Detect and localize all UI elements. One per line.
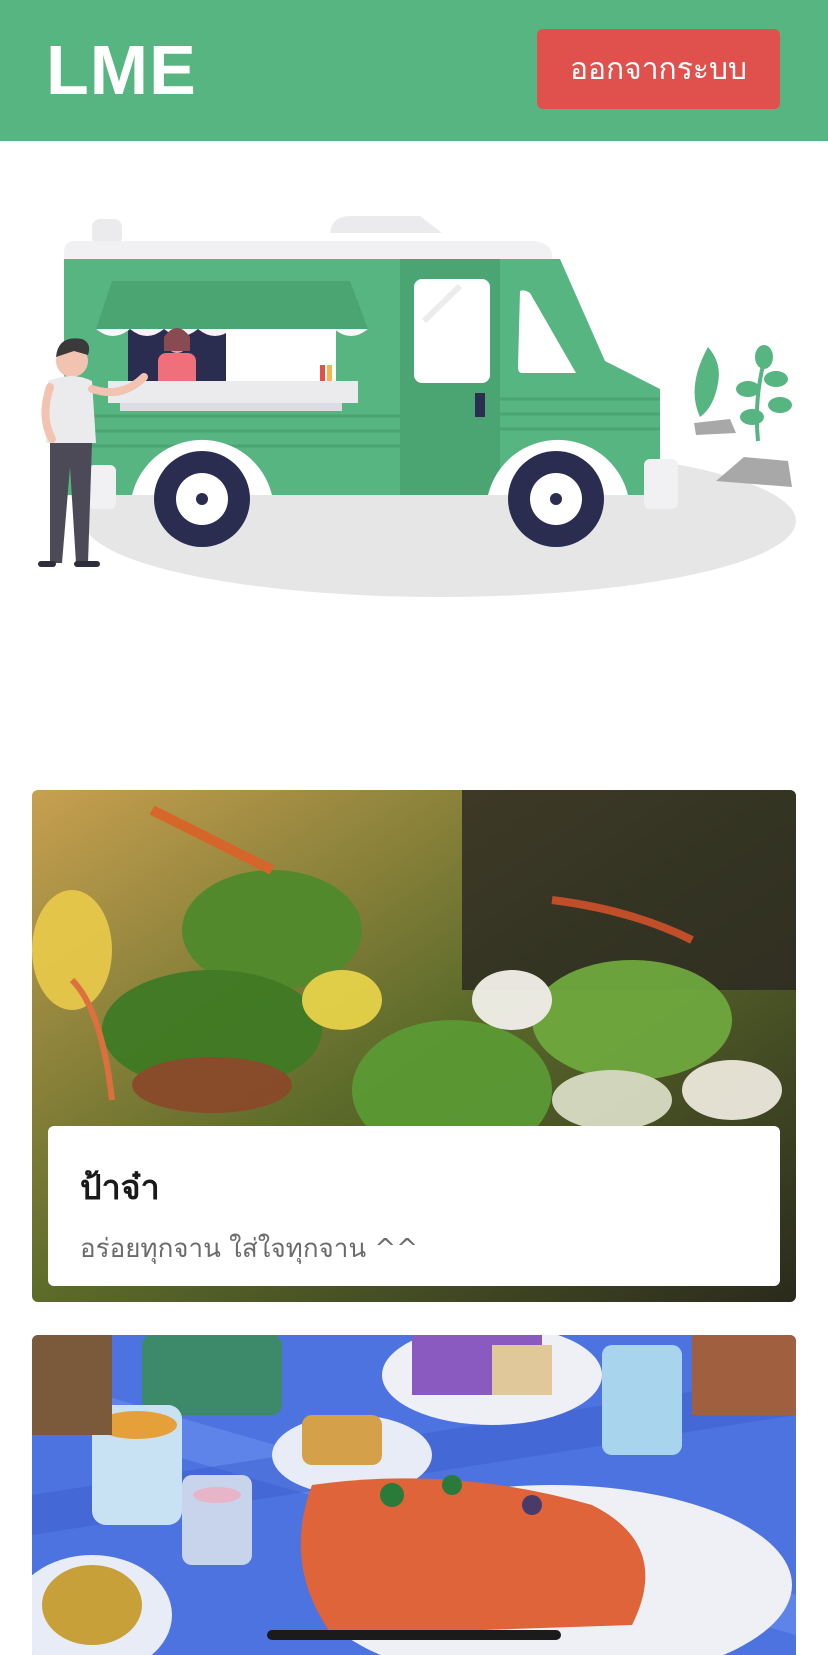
restaurant-description: อร่อยทุกจาน ใส่ใจทุกจาน ^^ — [80, 1234, 418, 1264]
restaurant-card[interactable] — [32, 1335, 796, 1655]
logout-button[interactable]: ออกจากระบบ — [537, 29, 780, 109]
restaurant-card[interactable]: ป้าจ๋า อร่อยทุกจาน ใส่ใจทุกจาน ^^ — [32, 790, 796, 1302]
home-indicator — [267, 1630, 561, 1640]
app-header: LME ออกจากระบบ — [0, 0, 828, 141]
restaurant-info: ป้าจ๋า อร่อยทุกจาน ใส่ใจทุกจาน ^^ — [48, 1126, 780, 1286]
food-truck-illustration — [0, 141, 828, 641]
app-logo: LME — [46, 31, 197, 109]
restaurant-image — [32, 1335, 796, 1655]
restaurant-name: ป้าจ๋า — [80, 1168, 160, 1208]
